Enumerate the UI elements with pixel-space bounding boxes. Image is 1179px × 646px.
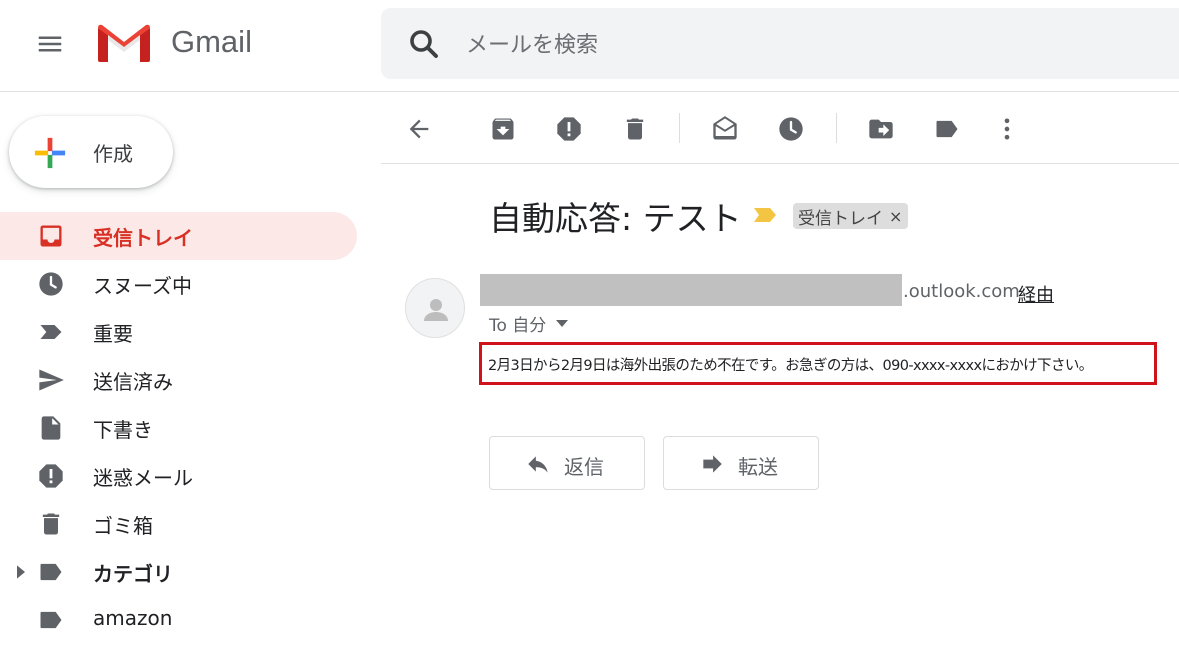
delete-icon (626, 118, 644, 140)
forward-button[interactable]: 転送 (663, 436, 819, 490)
remove-label-button[interactable]: × (889, 207, 902, 226)
sidebar-item-label: amazon (93, 606, 173, 630)
back-button[interactable] (401, 111, 437, 147)
sidebar-item-spam[interactable]: 迷惑メール (0, 452, 357, 500)
move-to-icon (869, 119, 893, 139)
spam-icon (39, 464, 63, 488)
archive-icon (492, 118, 514, 140)
expand-arrow-icon[interactable] (14, 564, 28, 580)
reply-icon (528, 456, 548, 473)
report-spam-button[interactable] (551, 111, 587, 147)
sender-name-redacted (480, 274, 902, 306)
labels-icon (936, 120, 958, 138)
reply-button[interactable]: 返信 (489, 436, 645, 490)
importance-marker-icon[interactable] (752, 205, 778, 225)
sidebar-item-inbox[interactable]: 受信トレイ (0, 212, 357, 260)
snooze-icon (779, 117, 803, 141)
sidebar-item-label: スヌーズ中 (93, 274, 192, 298)
recipient-label: To 自分 (489, 316, 547, 336)
report-spam-icon (557, 117, 581, 141)
more-button[interactable] (989, 111, 1025, 147)
sender-avatar (405, 278, 465, 338)
search-input[interactable] (466, 26, 1066, 64)
mark-unread-icon (713, 116, 737, 140)
sidebar-item-categories[interactable]: カテゴリ (0, 548, 357, 596)
sidebar-item-amazon[interactable]: amazon (0, 596, 357, 644)
move-to-button[interactable] (863, 111, 899, 147)
person-icon (424, 299, 448, 321)
mark-unread-button[interactable] (707, 111, 743, 147)
sidebar-item-label: 迷惑メール (93, 466, 193, 490)
sidebar-item-snoozed[interactable]: スヌーズ中 (0, 260, 357, 308)
compose-label: 作成 (93, 142, 133, 166)
inbox-icon (40, 225, 62, 247)
archive-button[interactable] (485, 111, 521, 147)
app-name: Gmail (171, 24, 252, 59)
compose-button[interactable]: 作成 (9, 116, 173, 188)
main-menu-button[interactable] (26, 24, 74, 64)
important-icon (40, 325, 62, 339)
sidebar-item-label: 受信トレイ (93, 226, 193, 250)
send-icon (39, 369, 64, 391)
message-toolbar (381, 93, 1179, 164)
sidebar-item-label: ゴミ箱 (93, 514, 153, 538)
sidebar-item-trash[interactable]: ゴミ箱 (0, 500, 357, 548)
message-body: 2月3日から2月9日は海外出張のため不在です。お急ぎの方は、090-xxxx-x… (488, 358, 1093, 374)
sidebar-item-important[interactable]: 重要 (0, 308, 357, 356)
draft-icon (41, 416, 61, 440)
gmail-logo-icon[interactable] (94, 22, 154, 66)
label-icon (40, 563, 62, 581)
hamburger-icon (38, 36, 62, 52)
reply-label: 返信 (564, 455, 604, 479)
recipient-details[interactable]: To 自分 (489, 311, 569, 336)
clock-icon (39, 272, 63, 296)
snooze-button[interactable] (773, 111, 809, 147)
via-link[interactable]: 経由 (1018, 281, 1054, 307)
back-arrow-icon (409, 119, 429, 139)
more-icon (1004, 118, 1010, 140)
toolbar-divider (836, 113, 837, 143)
inbox-label-chip: 受信トレイ × (793, 203, 909, 229)
sidebar-item-label: 重要 (93, 322, 133, 346)
forward-label: 転送 (738, 455, 778, 479)
trash-icon (42, 513, 60, 535)
forward-icon (703, 455, 722, 473)
sidebar-item-drafts[interactable]: 下書き (0, 404, 357, 452)
chevron-down-icon (556, 319, 569, 327)
sidebar-item-sent[interactable]: 送信済み (0, 356, 357, 404)
sender-domain: .outlook.com (903, 281, 1020, 302)
sidebar-item-label: カテゴリ (93, 562, 173, 586)
sidebar-item-label: 送信済み (93, 370, 173, 394)
label-chip-text: 受信トレイ (798, 208, 883, 229)
label-icon (40, 611, 62, 629)
message-subject: 自動応答: テスト (489, 199, 742, 238)
plus-icon (34, 137, 66, 169)
toolbar-divider (679, 113, 680, 143)
search-icon[interactable] (406, 26, 442, 62)
labels-button[interactable] (929, 111, 965, 147)
sidebar-item-label: 下書き (93, 418, 153, 442)
delete-button[interactable] (617, 111, 653, 147)
